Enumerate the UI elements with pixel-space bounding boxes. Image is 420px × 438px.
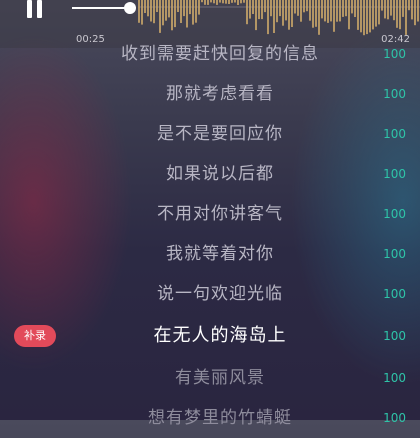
progress-played [72,7,130,9]
lyric-text: 收到需要赶快回复的信息 [121,44,319,64]
line-score: 100 [383,247,406,261]
line-score: 100 [383,287,406,301]
lyric-row[interactable]: 我就等着对你 100 [0,234,420,274]
line-score: 100 [383,127,406,141]
line-score: 100 [383,411,406,425]
lyric-row[interactable]: 不用对你讲客气 100 [0,194,420,234]
line-score: 100 [383,207,406,221]
lyric-text: 我就等着对你 [166,244,274,264]
lyric-text: 不用对你讲客气 [157,204,283,224]
line-score: 100 [383,329,406,343]
lyric-row[interactable]: 说一句欢迎光临 100 [0,274,420,314]
lyric-text: 那就考虑看看 [166,84,274,104]
lyric-text: 是不是要回应你 [157,124,283,144]
lyric-row[interactable]: 如果说以后都 100 [0,154,420,194]
pause-button[interactable] [24,0,46,20]
pause-icon-bar [37,0,42,18]
lyric-row[interactable]: 那就考虑看看 100 [0,74,420,114]
lyric-text: 说一句欢迎光临 [157,284,283,304]
lyric-text: 有美丽风景 [175,368,265,388]
lyric-row[interactable]: 有美丽风景 100 [0,358,420,398]
lyric-row[interactable]: 想有梦里的竹蜻蜓 100 [0,398,420,438]
line-score: 100 [383,47,406,61]
lyric-text: 在无人的海岛上 [153,325,287,346]
line-score: 100 [383,87,406,101]
line-score: 100 [383,167,406,181]
lyric-list: 收到需要赶快回复的信息 100 那就考虑看看 100 是不是要回应你 100 如… [0,38,420,428]
lyric-text: 如果说以后都 [166,164,274,184]
progress-knob[interactable] [124,2,136,14]
line-score: 100 [383,371,406,385]
lyric-text: 想有梦里的竹蜻蜓 [148,408,292,428]
lyric-row-current[interactable]: 补录 在无人的海岛上 100 [0,316,420,356]
pause-icon [27,0,32,18]
lyric-row[interactable]: 收到需要赶快回复的信息 100 [0,34,420,74]
lyric-row[interactable]: 是不是要回应你 100 [0,114,420,154]
